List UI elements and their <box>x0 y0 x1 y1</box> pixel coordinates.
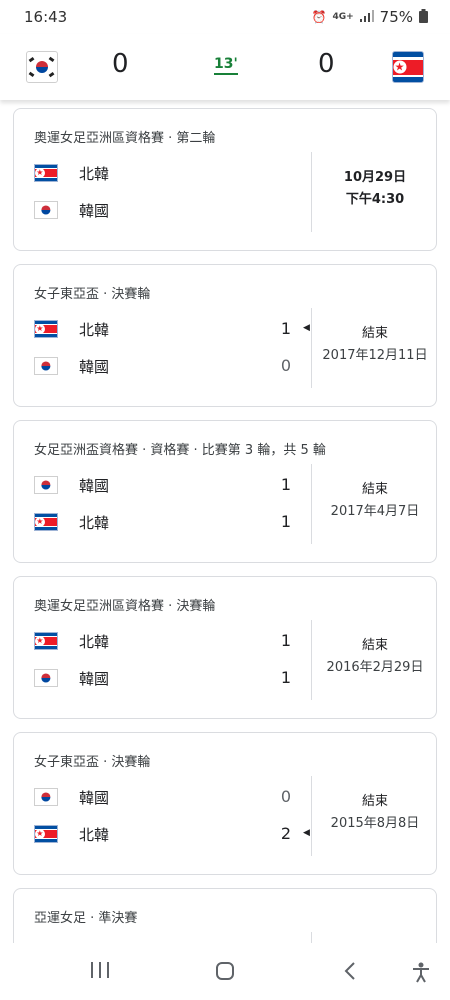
team-score: 1 <box>280 631 292 650</box>
competition-label: 女子東亞盃 · 決賽輪 <box>34 755 151 770</box>
match-date: 2017年12月11日 <box>322 348 428 363</box>
team-name: 韓國 <box>79 476 110 495</box>
team-name: 韓國 <box>79 669 110 688</box>
team-row: ★ 北韓 <box>34 629 109 653</box>
competition-label: 亞運女足 · 準決賽 <box>34 911 138 926</box>
back-icon[interactable] <box>343 961 357 986</box>
north-korea-flag-icon: ★ <box>34 164 58 182</box>
team-row: 韓國 <box>34 473 109 497</box>
team-score: 1 <box>280 668 292 687</box>
match-status: 結束 <box>361 638 388 653</box>
status-bar: 16:43 ⏰ 4G+ 75% <box>0 0 450 34</box>
match-date: 2017年4月7日 <box>330 504 420 519</box>
south-korea-flag-icon <box>34 476 58 494</box>
north-korea-flag-icon: ★ <box>34 513 58 531</box>
match-status: 結束 <box>361 482 388 497</box>
match-status: 結束 <box>361 326 388 341</box>
home-icon[interactable] <box>215 961 235 986</box>
home-score: 0 <box>112 49 129 79</box>
south-korea-flag-icon <box>26 51 58 83</box>
status-time: 16:43 <box>24 8 68 26</box>
south-korea-flag-icon <box>34 201 58 219</box>
match-card[interactable]: 女子東亞盃 · 決賽輪 ★ 北韓 1 ◀ 韓國 0 結束 2017年12月11日 <box>13 264 437 407</box>
south-korea-flag-icon <box>34 669 58 687</box>
match-date: 10月29日 <box>343 170 407 185</box>
match-result: 結束 2015年8月8日 <box>312 791 438 835</box>
match-date: 2016年2月29日 <box>326 660 424 675</box>
accessibility-icon[interactable] <box>410 961 432 988</box>
team-name: 北韓 <box>79 320 110 339</box>
team-row: ★ 北韓 <box>34 317 109 341</box>
team-name: 北韓 <box>79 825 110 844</box>
match-status: 結束 <box>361 794 388 809</box>
team-score: 2 <box>280 824 292 843</box>
team-row: 韓國 <box>34 666 109 690</box>
winner-arrow-icon: ◀ <box>303 828 310 838</box>
team-name: 韓國 <box>79 357 110 376</box>
network-icon: 4G+ <box>332 12 354 22</box>
match-time: 10月29日 下午4:30 <box>312 167 438 211</box>
team-score: 1 <box>280 512 292 531</box>
match-result: 結束 2016年2月29日 <box>312 635 438 679</box>
winner-arrow-icon: ◀ <box>303 323 310 333</box>
match-card[interactable]: 奧運女足亞洲區資格賽 · 第二輪 ★ 北韓 韓國 10月29日 下午4:30 <box>13 108 437 251</box>
card-divider <box>311 932 312 943</box>
match-result: 結束 2017年12月11日 <box>312 323 438 367</box>
team-name: 北韓 <box>79 632 110 651</box>
north-korea-flag-icon: ★ <box>34 632 58 650</box>
battery-icon <box>419 8 428 26</box>
north-korea-flag-icon: ★ <box>34 320 58 338</box>
match-minute: 13' <box>214 56 238 75</box>
north-korea-flag-icon: ★ <box>34 825 58 843</box>
battery-percent: 75% <box>379 8 413 26</box>
team-score: 1 <box>280 319 292 338</box>
north-korea-flag-icon: ★ <box>392 51 424 83</box>
competition-label: 女子東亞盃 · 決賽輪 <box>34 287 151 302</box>
team-row: ★ 北韓 <box>34 510 109 534</box>
alarm-icon: ⏰ <box>311 10 327 24</box>
south-korea-flag-icon <box>34 788 58 806</box>
match-list[interactable]: 奧運女足亞洲區資格賽 · 第二輪 ★ 北韓 韓國 10月29日 下午4:30 女… <box>0 100 450 943</box>
team-row: ★ 北韓 <box>34 822 109 846</box>
live-score-header[interactable]: 0 13' 0 ★ <box>0 34 450 100</box>
match-card[interactable]: 女足亞洲盃資格賽 · 資格賽 · 比賽第 3 輪，共 5 輪 韓國 1 ★ 北韓… <box>13 420 437 563</box>
system-nav-bar <box>0 943 450 1000</box>
team-row: ★ 北韓 <box>34 161 109 185</box>
match-card[interactable]: 亞運女足 · 準決賽 <box>13 888 437 943</box>
team-name: 北韓 <box>79 164 110 183</box>
recent-apps-icon[interactable] <box>90 961 110 984</box>
team-score: 1 <box>280 475 292 494</box>
team-name: 韓國 <box>79 788 110 807</box>
match-card[interactable]: 女子東亞盃 · 決賽輪 韓國 0 ★ 北韓 2 ◀ 結束 2015年8月8日 <box>13 732 437 875</box>
competition-label: 奧運女足亞洲區資格賽 · 第二輪 <box>34 131 216 146</box>
team-score: 0 <box>280 356 292 375</box>
team-row: 韓國 <box>34 198 109 222</box>
away-score: 0 <box>318 49 335 79</box>
team-row: 韓國 <box>34 785 109 809</box>
team-score: 0 <box>280 787 292 806</box>
competition-label: 女足亞洲盃資格賽 · 資格賽 · 比賽第 3 輪，共 5 輪 <box>34 443 326 458</box>
kickoff-time: 下午4:30 <box>345 192 405 207</box>
south-korea-flag-icon <box>34 357 58 375</box>
status-icons: ⏰ 4G+ 75% <box>311 8 428 26</box>
match-result: 結束 2017年4月7日 <box>312 479 438 523</box>
match-date: 2015年8月8日 <box>330 816 420 831</box>
team-name: 北韓 <box>79 513 110 532</box>
competition-label: 奧運女足亞洲區資格賽 · 決賽輪 <box>34 599 216 614</box>
signal-icon <box>359 9 374 25</box>
match-card[interactable]: 奧運女足亞洲區資格賽 · 決賽輪 ★ 北韓 1 韓國 1 結束 2016年2月2… <box>13 576 437 719</box>
team-row: 韓國 <box>34 354 109 378</box>
team-name: 韓國 <box>79 201 110 220</box>
